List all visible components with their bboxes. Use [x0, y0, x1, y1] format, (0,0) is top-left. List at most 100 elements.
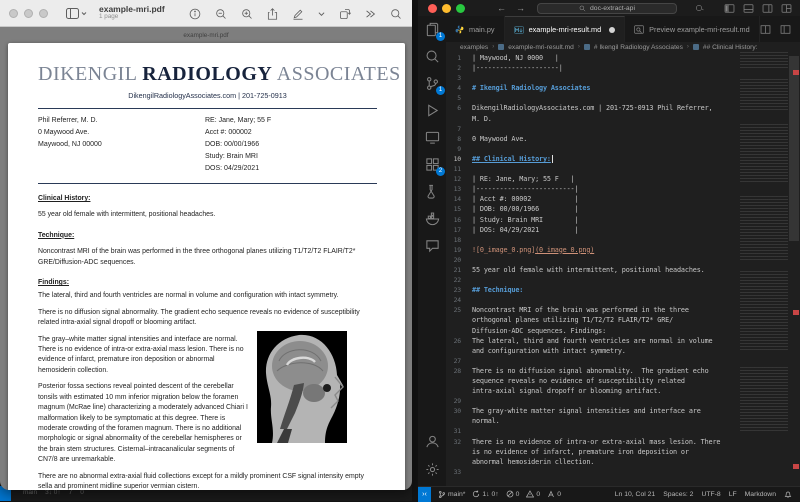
- ports-indicator[interactable]: 0: [547, 490, 561, 498]
- activitybar-testing-icon[interactable]: [423, 182, 441, 200]
- editor-line: 24: [446, 295, 738, 305]
- line-number: [446, 315, 472, 325]
- document-paragraph: The lateral, third and fourth ventricles…: [38, 291, 377, 301]
- line-number: 20: [446, 255, 472, 265]
- line-number: [446, 376, 472, 386]
- editor-line: 12| RE: Jane, Mary; 55 F |: [446, 174, 738, 184]
- line-content: DikengilRadiologyAssociates.com | 201-72…: [472, 103, 712, 113]
- patient-info: RE: Jane, Mary; 55 FAcct #: 000002DOB: 0…: [205, 115, 271, 175]
- activitybar-extensions-icon[interactable]: 2: [423, 155, 441, 173]
- line-number: 7: [446, 124, 472, 134]
- warnings-indicator[interactable]: 0: [526, 490, 540, 498]
- markup-chevron-icon[interactable]: [318, 11, 325, 17]
- breadcrumb-item[interactable]: example-mri-result.md: [508, 44, 574, 51]
- activitybar-explorer-icon[interactable]: 1: [423, 20, 441, 38]
- status-label: 0: [516, 491, 520, 498]
- close-window-button[interactable]: [428, 4, 437, 13]
- editor-line: 17| DOS: 04/29/2021 |: [446, 225, 738, 235]
- info-icon[interactable]: [189, 8, 201, 20]
- tab-main-py[interactable]: main.py: [446, 16, 505, 42]
- tab-example-mri-result-md[interactable]: example-mri-result.md: [505, 16, 626, 42]
- markup-icon[interactable]: [292, 8, 304, 20]
- line-content: 55 year old female with intermittent, po…: [472, 265, 705, 275]
- status-utf-8[interactable]: UTF-8: [701, 491, 720, 498]
- breadcrumb[interactable]: examples›example-mri-result.md›# Ikengil…: [446, 42, 800, 52]
- sidebar-toggle-icon[interactable]: [66, 8, 87, 19]
- status-spaces[interactable]: Spaces: 2: [663, 491, 693, 498]
- more-icon[interactable]: [365, 9, 376, 19]
- search-icon[interactable]: [390, 8, 402, 20]
- line-content: | DOB: 00/00/1966 |: [472, 204, 578, 214]
- activitybar-source-control-icon[interactable]: 1: [423, 74, 441, 92]
- editor-line: 26The lateral, third and fourth ventricl…: [446, 336, 738, 346]
- editor-line: normal.: [446, 416, 738, 426]
- line-number: 24: [446, 295, 472, 305]
- line-number: 10: [446, 154, 472, 164]
- rotate-icon[interactable]: [339, 8, 351, 20]
- activitybar-docker-icon[interactable]: [423, 209, 441, 227]
- editor-line: 11: [446, 164, 738, 174]
- editor-line: 20: [446, 255, 738, 265]
- activitybar-chat-icon[interactable]: [423, 236, 441, 254]
- zoom-window-button[interactable]: [39, 9, 48, 18]
- zoom-out-icon[interactable]: [215, 8, 227, 20]
- bell-icon[interactable]: [784, 490, 792, 499]
- close-window-button[interactable]: [9, 9, 18, 18]
- editor-line: 29: [446, 396, 738, 406]
- scrollbar-thumb[interactable]: [789, 56, 799, 241]
- toggle-panel-icon[interactable]: [743, 3, 754, 14]
- breadcrumb-item[interactable]: ## Clinical History:: [703, 44, 758, 51]
- referrer-line: 0 Maywood Ave.: [38, 127, 205, 139]
- activitybar-run-debug-icon[interactable]: [423, 101, 441, 119]
- customize-layout-icon[interactable]: [781, 3, 792, 14]
- editor-line: 15| DOB: 00/00/1966 |: [446, 204, 738, 214]
- editor-line: 9: [446, 144, 738, 154]
- divider: [38, 108, 377, 109]
- line-number: 5: [446, 93, 472, 103]
- line-content: is no evidence of infarct, premature iro…: [472, 447, 689, 457]
- zoom-in-icon[interactable]: [241, 8, 253, 20]
- tab-label: example-mri-result.md: [529, 25, 602, 34]
- activitybar-search-icon[interactable]: [423, 47, 441, 65]
- divider: [38, 183, 377, 184]
- status-ln[interactable]: Ln 10, Col 21: [615, 491, 655, 498]
- remote-indicator[interactable]: ›‹: [418, 487, 431, 502]
- status-lf[interactable]: LF: [729, 491, 737, 498]
- forward-button[interactable]: →: [516, 3, 525, 13]
- minimize-window-button[interactable]: [24, 9, 33, 18]
- minimize-window-button[interactable]: [442, 4, 451, 13]
- breadcrumb-item[interactable]: examples: [460, 44, 488, 51]
- editor[interactable]: 1| Maywood, NJ 0000 |2|-----------------…: [446, 52, 800, 486]
- command-center-search[interactable]: doc-extract-api: [537, 3, 677, 14]
- activity-bar: 1 1 2: [418, 16, 446, 486]
- copilot-icon[interactable]: [695, 4, 705, 12]
- share-icon[interactable]: [267, 8, 278, 20]
- line-number: 16: [446, 215, 472, 225]
- minimap[interactable]: [740, 52, 788, 472]
- breadcrumb-item[interactable]: # Ikengil Radiology Associates: [594, 44, 683, 51]
- editor-line: Diffusion-ADC sequences. Findings:: [446, 326, 738, 336]
- referrer-address: Phil Referrer, M. D.0 Maywood Ave.Maywoo…: [38, 115, 205, 175]
- sync-indicator[interactable]: 1↓ 0↑: [472, 490, 498, 498]
- branch-indicator[interactable]: main*: [438, 490, 465, 499]
- activitybar-settings-gear-icon[interactable]: [423, 460, 441, 478]
- line-number: 22: [446, 275, 472, 285]
- errors-indicator[interactable]: 0: [506, 490, 520, 498]
- activitybar-account-icon[interactable]: [423, 432, 441, 450]
- line-number: 31: [446, 426, 472, 436]
- status-markdown[interactable]: Markdown: [745, 491, 776, 498]
- editor-line: 7: [446, 124, 738, 134]
- toggle-secondary-sidebar-icon[interactable]: [762, 3, 773, 14]
- editor-line: abnormal hemosiderin cllection.: [446, 457, 738, 467]
- split-editor-icon[interactable]: [760, 24, 771, 35]
- toggle-sidebar-icon[interactable]: [724, 3, 735, 14]
- pdf-page[interactable]: DIKENGIL RADIOLOGY ASSOCIATES DikengilRa…: [8, 43, 405, 490]
- line-number: 33: [446, 467, 472, 477]
- layout-icon[interactable]: [780, 24, 791, 35]
- back-button[interactable]: ←: [497, 3, 506, 13]
- editor-scrollbar[interactable]: [788, 52, 800, 486]
- tab-preview-example-mri-result-md[interactable]: Preview example-mri-result.md: [625, 16, 760, 42]
- zoom-window-button[interactable]: [456, 4, 465, 13]
- preview-window: example-mri.pdf 1 page example-mri.pdf D…: [0, 0, 412, 490]
- activitybar-remote-explorer-icon[interactable]: [423, 128, 441, 146]
